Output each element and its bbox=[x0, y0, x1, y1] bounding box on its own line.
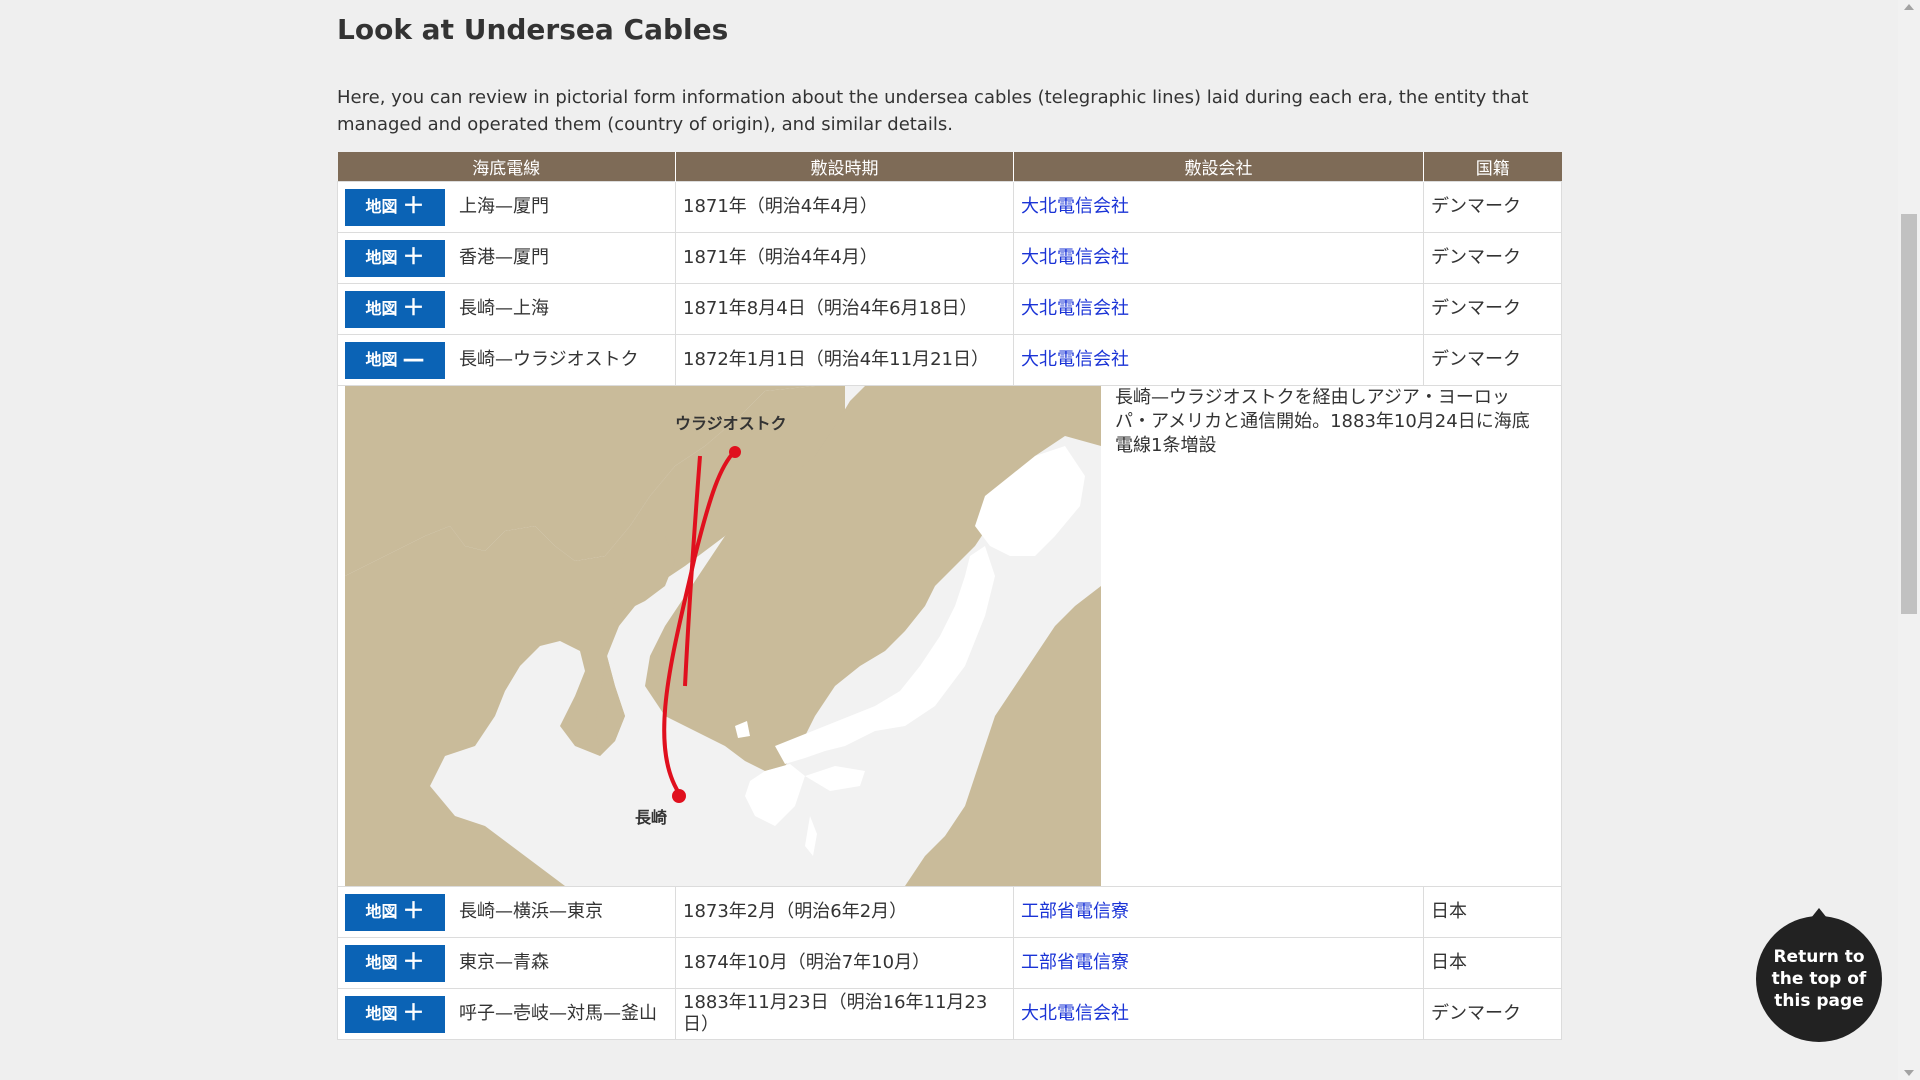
company-cell: 大北電信会社 bbox=[1013, 988, 1424, 1040]
cable-cell: 地図＋ 呼子—壱岐—対馬—釜山 bbox=[337, 988, 676, 1040]
table-row: 地図＋ 長崎—横浜—東京 1873年2月（明治6年2月） 工部省電信寮 日本 bbox=[337, 886, 1562, 938]
plus-icon: ＋ bbox=[402, 1001, 425, 1026]
table-row: 地図＋ 香港—厦門 1871年（明治4年4月） 大北電信会社 デンマーク bbox=[337, 232, 1562, 284]
company-link[interactable]: 工部省電信寮 bbox=[1021, 952, 1129, 973]
map-toggle-button[interactable]: 地図 — bbox=[345, 341, 445, 379]
intro-paragraph: Here, you can review in pictorial form i… bbox=[337, 87, 1529, 135]
table-row: 地図＋ 上海—厦門 1871年（明治4年4月） 大北電信会社 デンマーク bbox=[337, 181, 1562, 233]
header-period: 敷設時期 bbox=[675, 152, 1014, 182]
cables-table: 海底電線 敷設時期 敷設会社 国籍 地図＋ 上海—厦門 1871年（明治4年4月… bbox=[337, 152, 1562, 1040]
company-link[interactable]: 大北電信会社 bbox=[1021, 298, 1129, 319]
scrollbar-thumb[interactable] bbox=[1901, 214, 1917, 614]
map-button-label: 地図 bbox=[365, 350, 398, 369]
nationality-cell: デンマーク bbox=[1423, 988, 1562, 1040]
plus-icon: ＋ bbox=[402, 296, 425, 321]
table-row: 地図＋ 長崎—上海 1871年8月4日（明治4年6月18日） 大北電信会社 デン… bbox=[337, 283, 1562, 335]
map-button-label: 地図 bbox=[365, 1004, 398, 1023]
period-cell: 1873年2月（明治6年2月） bbox=[675, 886, 1014, 938]
period-cell: 1871年（明治4年4月） bbox=[675, 232, 1014, 284]
map-label-nagasaki: 長崎 bbox=[635, 808, 667, 827]
page-title: Look at Undersea Cables bbox=[337, 13, 729, 46]
back-to-top-button[interactable]: Return to the top of this page bbox=[1756, 908, 1882, 1042]
company-link[interactable]: 工部省電信寮 bbox=[1021, 901, 1129, 922]
map-label-vladivostok: ウラジオストク bbox=[675, 414, 787, 433]
header-nationality: 国籍 bbox=[1423, 152, 1562, 182]
company-link[interactable]: 大北電信会社 bbox=[1021, 247, 1129, 268]
scroll-down-arrow-icon[interactable] bbox=[1904, 1070, 1914, 1076]
map-detail-cell: ウラジオストク 長崎 長崎—ウラジオストクを経由しアジア・ヨーロッパ・アメリカと… bbox=[337, 385, 1562, 887]
company-cell: 工部省電信寮 bbox=[1013, 886, 1424, 938]
nationality-cell: デンマーク bbox=[1423, 283, 1562, 335]
cable-name: 上海—厦門 bbox=[459, 196, 549, 217]
nationality-cell: デンマーク bbox=[1423, 334, 1562, 386]
company-cell: 大北電信会社 bbox=[1013, 283, 1424, 335]
plus-icon: ＋ bbox=[402, 245, 425, 270]
map-button-label: 地図 bbox=[365, 299, 398, 318]
page-scrollbar[interactable] bbox=[1898, 0, 1920, 1080]
map-toggle-button[interactable]: 地図＋ bbox=[345, 239, 445, 277]
cable-cell: 地図＋ 上海—厦門 bbox=[337, 181, 676, 233]
cable-name: 香港—厦門 bbox=[459, 247, 549, 268]
company-link[interactable]: 大北電信会社 bbox=[1021, 349, 1129, 370]
company-cell: 大北電信会社 bbox=[1013, 181, 1424, 233]
table-row: 地図＋ 東京—青森 1874年10月（明治7年10月） 工部省電信寮 日本 bbox=[337, 937, 1562, 989]
company-cell: 大北電信会社 bbox=[1013, 334, 1424, 386]
map-toggle-button[interactable]: 地図＋ bbox=[345, 944, 445, 982]
cable-name: 長崎—横浜—東京 bbox=[459, 901, 603, 922]
map-button-label: 地図 bbox=[365, 953, 398, 972]
period-cell: 1883年11月23日（明治16年11月23日） bbox=[675, 988, 1014, 1040]
cable-cell: 地図＋ 東京—青森 bbox=[337, 937, 676, 989]
map-button-label: 地図 bbox=[365, 902, 398, 921]
header-company: 敷設会社 bbox=[1013, 152, 1424, 182]
cable-name: 長崎—ウラジオストク bbox=[459, 349, 639, 370]
plus-icon: ＋ bbox=[402, 194, 425, 219]
minus-icon: — bbox=[402, 347, 425, 372]
company-cell: 大北電信会社 bbox=[1013, 232, 1424, 284]
nationality-cell: 日本 bbox=[1423, 937, 1562, 989]
map-toggle-button[interactable]: 地図＋ bbox=[345, 893, 445, 931]
company-link[interactable]: 大北電信会社 bbox=[1021, 1003, 1129, 1024]
cable-route-map: ウラジオストク 長崎 bbox=[345, 386, 1101, 886]
table-row: 地図＋ 呼子—壱岐—対馬—釜山 1883年11月23日（明治16年11月23日）… bbox=[337, 988, 1562, 1040]
cable-name: 東京—青森 bbox=[459, 952, 549, 973]
nationality-cell: デンマーク bbox=[1423, 232, 1562, 284]
map-button-label: 地図 bbox=[365, 197, 398, 216]
period-cell: 1871年（明治4年4月） bbox=[675, 181, 1014, 233]
plus-icon: ＋ bbox=[402, 950, 425, 975]
period-cell: 1871年8月4日（明治4年6月18日） bbox=[675, 283, 1014, 335]
map-detail-row: ウラジオストク 長崎 長崎—ウラジオストクを経由しアジア・ヨーロッパ・アメリカと… bbox=[337, 385, 1562, 887]
header-cable: 海底電線 bbox=[337, 152, 676, 182]
period-cell: 1872年1月1日（明治4年11月21日） bbox=[675, 334, 1014, 386]
cable-cell: 地図＋ 香港—厦門 bbox=[337, 232, 676, 284]
cable-name: 呼子—壱岐—対馬—釜山 bbox=[459, 1003, 657, 1024]
map-toggle-button[interactable]: 地図＋ bbox=[345, 290, 445, 328]
map-toggle-button[interactable]: 地図＋ bbox=[345, 995, 445, 1033]
map-toggle-button[interactable]: 地図＋ bbox=[345, 188, 445, 226]
map-button-label: 地図 bbox=[365, 248, 398, 267]
plus-icon: ＋ bbox=[402, 899, 425, 924]
company-cell: 工部省電信寮 bbox=[1013, 937, 1424, 989]
nationality-cell: 日本 bbox=[1423, 886, 1562, 938]
back-to-top-label: Return to the top of this page bbox=[1771, 947, 1867, 1011]
scroll-up-arrow-icon[interactable] bbox=[1904, 4, 1914, 10]
table-header-row: 海底電線 敷設時期 敷設会社 国籍 bbox=[337, 152, 1562, 182]
cable-cell: 地図 — 長崎—ウラジオストク bbox=[337, 334, 676, 386]
table-row: 地図 — 長崎—ウラジオストク 1872年1月1日（明治4年11月21日） 大北電… bbox=[337, 334, 1562, 386]
period-cell: 1874年10月（明治7年10月） bbox=[675, 937, 1014, 989]
cable-name: 長崎—上海 bbox=[459, 298, 549, 319]
nationality-cell: デンマーク bbox=[1423, 181, 1562, 233]
cable-cell: 地図＋ 長崎—上海 bbox=[337, 283, 676, 335]
cable-description: 長崎—ウラジオストクを経由しアジア・ヨーロッパ・アメリカと通信開始。1883年1… bbox=[1115, 387, 1530, 456]
cable-cell: 地図＋ 長崎—横浜—東京 bbox=[337, 886, 676, 938]
company-link[interactable]: 大北電信会社 bbox=[1021, 196, 1129, 217]
